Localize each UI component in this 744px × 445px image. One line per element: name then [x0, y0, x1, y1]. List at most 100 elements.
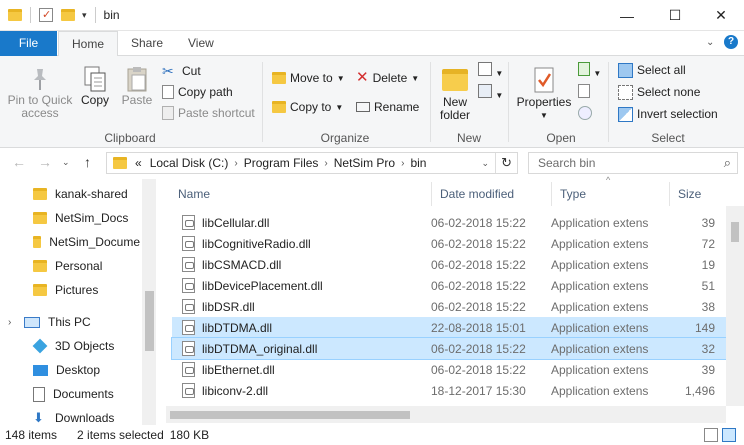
table-row[interactable]: libCognitiveRadio.dll 06-02-2018 15:22 App…: [172, 233, 726, 254]
table-row[interactable]: libDSR.dll 06-02-2018 15:22 Application ex…: [172, 296, 726, 317]
breadcrumb-netsim-pro[interactable]: NetSim Pro: [334, 156, 395, 170]
copy-to-button[interactable]: Copy to ▼: [272, 97, 343, 117]
nav-item-netsim-documents[interactable]: NetSim_Docume: [0, 230, 140, 254]
nav-item-desktop[interactable]: Desktop: [0, 358, 140, 382]
select-all-button[interactable]: Select all: [618, 60, 686, 80]
pin-quick-access-button[interactable]: Pin to Quick access: [6, 64, 74, 120]
rename-icon: [356, 102, 370, 112]
chevron-right-icon[interactable]: ›: [324, 158, 327, 169]
chevron-right-icon[interactable]: ›: [401, 158, 404, 169]
refresh-icon[interactable]: ↻: [501, 155, 512, 171]
column-header-type[interactable]: Type: [552, 182, 670, 206]
table-row[interactable]: libiconv-2.dll 18-12-2017 15:30 Applicatio…: [172, 380, 726, 401]
table-row[interactable]: libCellular.dll 06-02-2018 15:22 Applicati…: [172, 212, 726, 233]
file-name-cell[interactable]: libCellular.dll: [172, 215, 431, 230]
properties-check-icon[interactable]: ✓: [39, 8, 53, 22]
delete-button[interactable]: ✕ Delete ▼: [356, 68, 419, 88]
chevron-down-icon: ▼: [411, 73, 420, 83]
up-arrow-icon[interactable]: ↑: [84, 154, 91, 170]
open-button[interactable]: ▼: [578, 62, 601, 79]
easy-access-button[interactable]: ▼: [478, 84, 503, 101]
partially-hidden-row: [172, 206, 726, 209]
tab-share[interactable]: Share: [118, 31, 176, 56]
file-name-cell[interactable]: libDTDMA.dll: [172, 320, 431, 335]
file-name-cell[interactable]: libDSR.dll: [172, 299, 431, 314]
chevron-right-icon[interactable]: ›: [234, 158, 237, 169]
tab-home[interactable]: Home: [58, 31, 119, 57]
nav-item-3d-objects[interactable]: 3D Objects: [0, 334, 140, 358]
scrollbar-thumb[interactable]: [145, 291, 154, 351]
new-folder-button[interactable]: New folder: [436, 64, 474, 122]
cut-label: Cut: [182, 64, 201, 78]
paste-button[interactable]: Paste: [118, 64, 156, 107]
table-row[interactable]: libDevicePlacement.dll 06-02-2018 15:22 Ap…: [172, 275, 726, 296]
address-dropdown-icon[interactable]: ⌄: [482, 158, 490, 169]
edit-button[interactable]: [578, 84, 590, 101]
forward-arrow-icon[interactable]: →: [38, 154, 52, 170]
select-all-label: Select all: [637, 63, 686, 77]
details-view-icon[interactable]: [704, 428, 718, 442]
rename-button[interactable]: Rename: [356, 97, 419, 117]
table-row[interactable]: libDTDMA.dll 22-08-2018 15:01 Application …: [172, 317, 726, 338]
file-type: Application extens: [551, 278, 649, 293]
tab-view[interactable]: View: [175, 31, 227, 56]
file-name-cell[interactable]: libiconv-2.dll: [172, 383, 431, 398]
nav-item-pictures[interactable]: Pictures: [0, 278, 140, 302]
breadcrumb-bin[interactable]: bin: [410, 156, 426, 170]
dll-file-icon: [182, 341, 195, 356]
history-button[interactable]: [578, 106, 592, 123]
nav-item-personal[interactable]: Personal: [0, 254, 140, 278]
scrollbar-thumb[interactable]: [170, 411, 410, 419]
paste-shortcut-button[interactable]: Paste shortcut: [162, 103, 255, 123]
file-name-cell[interactable]: libDTDMA_original.dll: [172, 341, 431, 356]
column-header-name[interactable]: Name: [170, 182, 432, 206]
ribbon-collapse-icon[interactable]: ⌄: [706, 37, 714, 48]
column-header-size[interactable]: Size: [670, 182, 726, 206]
breadcrumb-overflow[interactable]: «: [135, 156, 142, 170]
select-none-button[interactable]: Select none: [618, 82, 700, 102]
nav-item-kanak-shared[interactable]: kanak-shared: [0, 182, 140, 206]
back-arrow-icon[interactable]: ←: [12, 154, 26, 170]
tab-file[interactable]: File: [0, 31, 57, 56]
breadcrumb-local-disk[interactable]: Local Disk (C:): [150, 156, 229, 170]
nav-item-documents[interactable]: Documents: [0, 382, 140, 406]
properties-button[interactable]: Properties ▼: [514, 64, 574, 122]
chevron-down-icon: ▼: [336, 73, 345, 83]
new-folder-icon[interactable]: [61, 9, 75, 21]
nav-item-netsim-docs[interactable]: NetSim_Docs: [0, 206, 140, 230]
table-row[interactable]: libDTDMA_original.dll 06-02-2018 15:22 App…: [171, 337, 727, 360]
file-list-scrollbar[interactable]: [726, 206, 744, 406]
nav-item-this-pc[interactable]: › This PC: [0, 310, 140, 334]
search-input[interactable]: Search bin ⌕: [528, 152, 738, 174]
horizontal-scrollbar[interactable]: [166, 406, 726, 423]
customize-quick-access-icon[interactable]: ▾: [82, 10, 87, 21]
copy-path-button[interactable]: Copy path: [162, 82, 233, 102]
file-name-cell[interactable]: libCognitiveRadio.dll: [172, 236, 431, 251]
new-item-button[interactable]: ▼: [478, 62, 503, 79]
table-row[interactable]: libEthernet.dll 06-02-2018 15:22 Applicati…: [172, 359, 726, 380]
breadcrumb-program-files[interactable]: Program Files: [244, 156, 319, 170]
minimize-button[interactable]: —: [604, 0, 650, 31]
table-row[interactable]: libCSMACD.dll 06-02-2018 15:22 Application…: [172, 254, 726, 275]
nav-item-downloads[interactable]: ⬇ Downloads: [0, 406, 140, 425]
copy-button[interactable]: Copy: [78, 64, 112, 107]
pin-label-line2: access: [21, 106, 59, 120]
cut-button[interactable]: ✂ Cut: [162, 61, 201, 81]
navigation-scrollbar[interactable]: [142, 179, 156, 425]
large-icons-view-icon[interactable]: [722, 428, 736, 442]
column-header-date[interactable]: Date modified: [432, 182, 552, 206]
file-name-cell[interactable]: libEthernet.dll: [172, 362, 431, 377]
move-to-button[interactable]: Move to ▼: [272, 68, 345, 88]
recent-locations-chevron-icon[interactable]: ⌄: [62, 157, 70, 168]
document-icon: [33, 386, 45, 402]
close-button[interactable]: ✕: [698, 0, 744, 31]
help-icon[interactable]: ?: [724, 35, 738, 49]
scrollbar-thumb[interactable]: [731, 222, 739, 242]
file-name-cell[interactable]: libCSMACD.dll: [172, 257, 431, 272]
file-name-cell[interactable]: libDevicePlacement.dll: [172, 278, 431, 293]
address-bar[interactable]: « Local Disk (C:) › Program Files › NetS…: [106, 152, 518, 174]
expand-chevron-icon[interactable]: ›: [8, 317, 20, 328]
ribbon: Pin to Quick access Copy Paste ✂ Cut Cop…: [0, 56, 744, 148]
maximize-button[interactable]: ☐: [652, 0, 698, 31]
invert-selection-button[interactable]: Invert selection: [618, 104, 718, 124]
